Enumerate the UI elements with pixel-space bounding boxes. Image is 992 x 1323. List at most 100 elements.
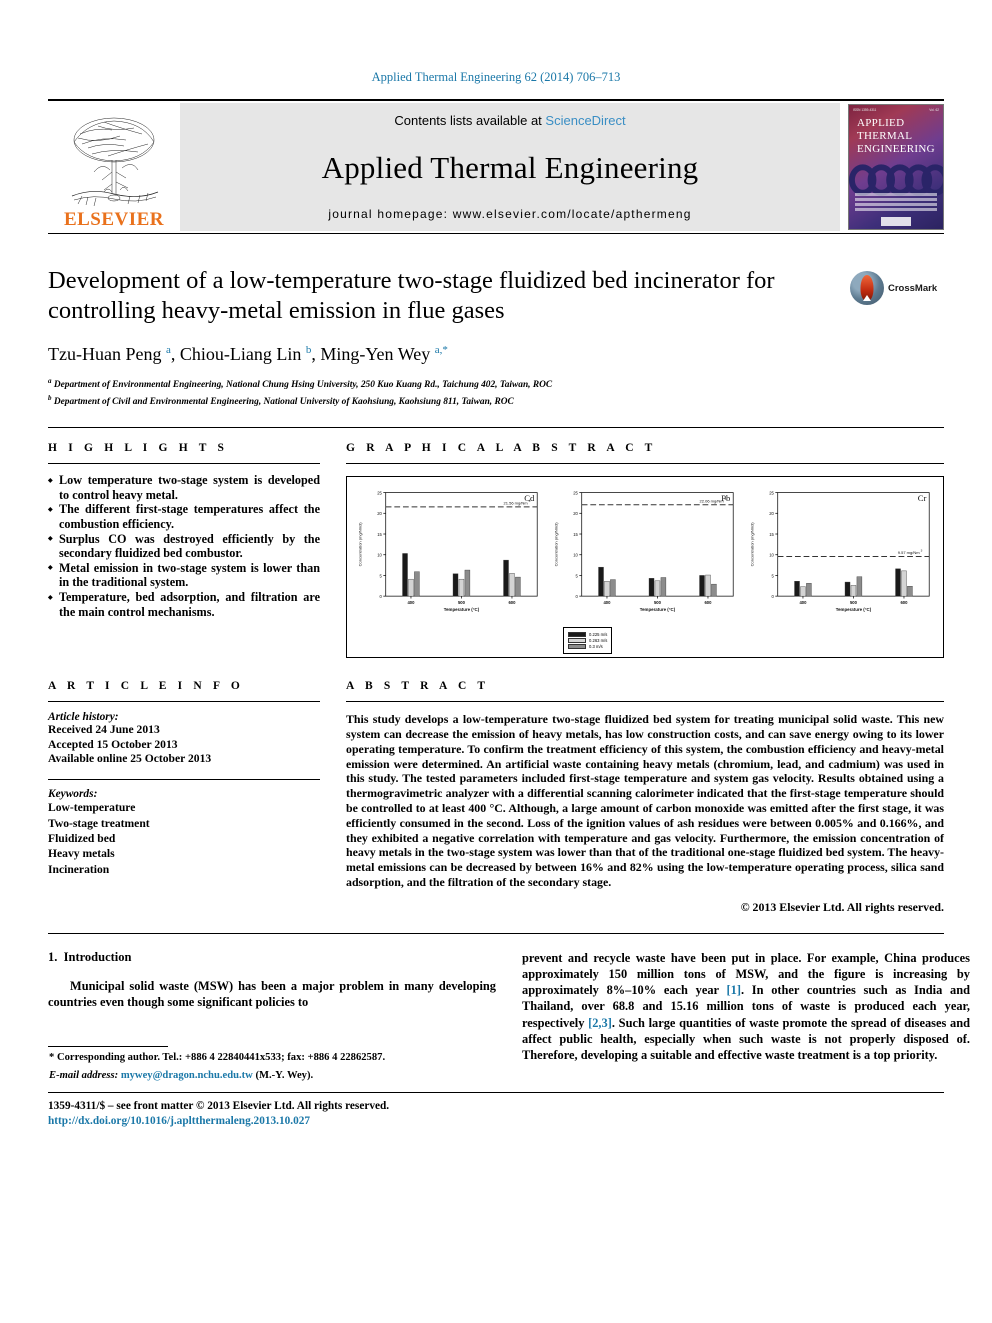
svg-text:600: 600 bbox=[508, 600, 516, 605]
legend-item: 0.3 m/s bbox=[568, 644, 607, 650]
email-note: E-mail address: mywey@dragon.nchu.edu.tw… bbox=[48, 1069, 496, 1083]
svg-text:15: 15 bbox=[769, 532, 774, 537]
svg-text:Cr: Cr bbox=[918, 493, 927, 503]
affiliation-b: Department of Civil and Environmental En… bbox=[53, 397, 514, 408]
legend-label: 0.263 m/s bbox=[589, 638, 608, 644]
svg-text:Concentration (mg/Nm3): Concentration (mg/Nm3) bbox=[554, 522, 559, 567]
svg-text:600: 600 bbox=[900, 600, 908, 605]
svg-text:0: 0 bbox=[772, 594, 775, 599]
svg-text:400: 400 bbox=[407, 600, 415, 605]
highlights-and-graphical-abstract: H I G H L I G H T S Low temperature two-… bbox=[48, 442, 944, 659]
crossmark-label: CrossMark bbox=[888, 282, 938, 294]
body-column-left: 1. Introduction Municipal solid waste (M… bbox=[48, 950, 496, 1083]
cover-image: ISSN 1359-4311 Vol. 62 APPLIED THERMAL E… bbox=[848, 104, 944, 230]
keyword: Low-temperature bbox=[48, 801, 136, 815]
chart-cd: 0 5 10 15 20 25 Concentration (mg/Nm3) 21.56 mg… bbox=[351, 483, 547, 623]
section-title: Introduction bbox=[63, 949, 132, 964]
abstract-column: A B S T R A C T This study develops a lo… bbox=[346, 680, 944, 915]
svg-text:Temperature (°C): Temperature (°C) bbox=[444, 607, 480, 612]
keyword: Heavy metals bbox=[48, 847, 115, 861]
journal-homepage[interactable]: journal homepage: www.elsevier.com/locat… bbox=[328, 207, 691, 221]
cover-footer-lines bbox=[855, 193, 937, 213]
affiliation-a: Department of Environmental Engineering,… bbox=[53, 380, 553, 391]
cover-title-line3: ENGINEERING bbox=[857, 143, 935, 155]
highlights-heading: H I G H L I G H T S bbox=[48, 442, 229, 455]
legend-label: 0.3 m/s bbox=[589, 644, 603, 650]
svg-text:Concentration (mg/Nm3): Concentration (mg/Nm3) bbox=[750, 522, 755, 567]
svg-text:0: 0 bbox=[380, 594, 383, 599]
svg-text:15: 15 bbox=[573, 532, 578, 537]
abstract-text: This study develops a low-temperature tw… bbox=[346, 712, 944, 890]
article-history-received: Received 24 June 2013 bbox=[48, 723, 160, 737]
article-history-accepted: Accepted 15 October 2013 bbox=[48, 737, 178, 751]
graphical-abstract-column: G R A P H I C A L A B S T R A C T 0 5 10 15… bbox=[346, 442, 944, 659]
svg-text:600: 600 bbox=[704, 600, 712, 605]
citation-ref-2[interactable]: [2,3] bbox=[588, 1016, 612, 1030]
svg-text:20: 20 bbox=[573, 511, 578, 516]
svg-text:500: 500 bbox=[850, 600, 858, 605]
chart-cr: 0 5 10 15 20 25 Concentration (mg/Nm3) 9.57 mg/… bbox=[743, 483, 939, 623]
author-list: Tzu-Huan Peng a, Chiou-Liang Lin b, Ming… bbox=[48, 344, 448, 364]
svg-text:25: 25 bbox=[377, 491, 382, 496]
frontmatter-line: 1359-4311/$ – see front matter © 2013 El… bbox=[48, 1100, 390, 1113]
paragraph: Municipal solid waste (MSW) has been a m… bbox=[48, 978, 496, 1010]
corresponding-author-note: * Corresponding author. Tel.: +886 4 228… bbox=[49, 1052, 386, 1064]
body-columns: 1. Introduction Municipal solid waste (M… bbox=[48, 950, 970, 1083]
title-bottom-rule bbox=[48, 427, 944, 429]
svg-text:5: 5 bbox=[772, 574, 775, 579]
svg-text:500: 500 bbox=[458, 600, 466, 605]
sciencedirect-link[interactable]: ScienceDirect bbox=[545, 113, 625, 128]
legend-item: 0.225 m/s bbox=[568, 632, 608, 638]
cover-publisher-badge bbox=[881, 217, 911, 226]
svg-text:Concentration (mg/Nm3): Concentration (mg/Nm3) bbox=[358, 522, 363, 567]
svg-text:Pb: Pb bbox=[721, 493, 730, 503]
svg-text:10: 10 bbox=[769, 553, 774, 558]
elsevier-logo: ELSEVIER bbox=[48, 103, 180, 231]
email-link[interactable]: mywey@dragon.nchu.edu.tw bbox=[121, 1070, 253, 1081]
cover-title-line1: APPLIED bbox=[857, 117, 905, 129]
graphical-abstract-heading: G R A P H I C A L A B S T R A C T bbox=[346, 442, 657, 455]
article-history-label: Article history: bbox=[48, 711, 119, 724]
svg-text:0: 0 bbox=[576, 594, 579, 599]
svg-text:400: 400 bbox=[603, 600, 611, 605]
legend-item: 0.263 m/s bbox=[568, 638, 608, 644]
abstract-rule bbox=[346, 701, 944, 703]
crossmark-badge[interactable]: CrossMark bbox=[850, 268, 944, 308]
svg-text:5: 5 bbox=[380, 574, 383, 579]
footnote-block: * Corresponding author. Tel.: +886 4 228… bbox=[48, 1046, 496, 1082]
svg-text:5: 5 bbox=[576, 574, 579, 579]
body-column-right: prevent and recycle waste have been put … bbox=[522, 950, 970, 1083]
affiliations: a Department of Environmental Engineerin… bbox=[48, 377, 553, 408]
legend-swatch bbox=[568, 644, 586, 650]
svg-text:400: 400 bbox=[799, 600, 807, 605]
highlights-column: H I G H L I G H T S Low temperature two-… bbox=[48, 442, 320, 658]
svg-text:25: 25 bbox=[573, 491, 578, 496]
citation-ref-1[interactable]: [1] bbox=[727, 983, 741, 997]
doi-link[interactable]: http://dx.doi.org/10.1016/j.apltthermale… bbox=[48, 1114, 944, 1129]
masthead-top-rule bbox=[48, 99, 944, 101]
articleinfo-and-abstract: A R T I C L E I N F O Article history: R… bbox=[48, 680, 944, 915]
svg-text:Cd: Cd bbox=[524, 493, 535, 503]
legend-swatch bbox=[568, 638, 586, 644]
article-info-heading: A R T I C L E I N F O bbox=[48, 680, 244, 693]
svg-text:3: 3 bbox=[921, 549, 923, 553]
cover-rings-graphic bbox=[849, 164, 943, 196]
abstract-bottom-rule bbox=[48, 932, 944, 934]
article-info-column: A R T I C L E I N F O Article history: R… bbox=[48, 680, 320, 915]
chart-pb: 0 5 10 15 20 25 Concentration (mg/Nm3) 22.06 mg… bbox=[547, 483, 743, 623]
svg-text:10: 10 bbox=[573, 553, 578, 558]
elsevier-tree-icon bbox=[71, 117, 159, 207]
title-block: CrossMark Development of a low-temperatu… bbox=[48, 266, 944, 409]
legend-label: 0.225 m/s bbox=[589, 632, 608, 638]
paper-page: Applied Thermal Engineering 62 (2014) 70… bbox=[0, 0, 992, 1323]
cover-volume: Vol. 62 bbox=[929, 108, 939, 112]
list-item: The different first-stage temperatures a… bbox=[48, 502, 320, 531]
chart-row: 0 5 10 15 20 25 Concentration (mg/Nm3) 21.56 mg… bbox=[347, 477, 943, 623]
section-heading: 1. Introduction bbox=[48, 950, 496, 965]
masthead-bottom-rule bbox=[48, 233, 944, 234]
keyword: Fluidized bed bbox=[48, 832, 116, 846]
section-number: 1. bbox=[48, 949, 58, 964]
footer-info: 1359-4311/$ – see front matter © 2013 El… bbox=[48, 1099, 944, 1128]
highlights-rule bbox=[48, 463, 320, 465]
highlights-list: Low temperature two-stage system is deve… bbox=[48, 473, 320, 619]
